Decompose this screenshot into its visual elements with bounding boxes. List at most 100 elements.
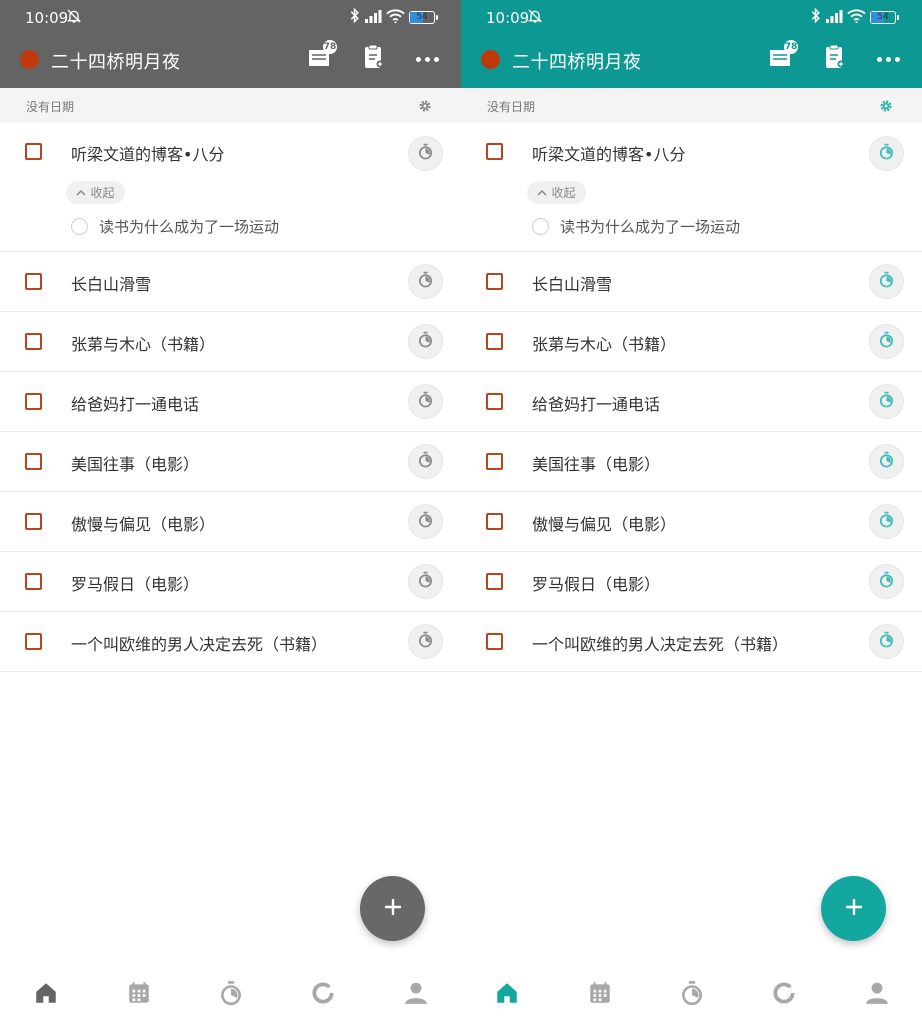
task-row[interactable]: 一个叫欧维的男人决定去死（书籍） [0, 612, 461, 672]
task-checkbox[interactable] [25, 573, 42, 590]
task-checkbox[interactable] [25, 273, 42, 290]
project-color-dot[interactable] [481, 50, 500, 69]
inbox-button[interactable]: 78 [303, 40, 337, 74]
task-checkbox[interactable] [486, 393, 503, 410]
timer-icon [417, 271, 434, 292]
start-timer-button[interactable] [408, 504, 443, 539]
task-title: 张苐与木心（书籍） [71, 335, 216, 354]
chevron-up-icon [537, 186, 548, 200]
project-title[interactable]: 二十四桥明月夜 [512, 48, 642, 74]
nav-profile[interactable] [401, 980, 431, 1010]
bottom-nav [0, 972, 461, 1020]
clipboard-button[interactable] [358, 44, 390, 74]
task-row[interactable]: 傲慢与偏见（电影） [461, 492, 922, 552]
more-options-button[interactable] [411, 44, 443, 74]
subtask-checkbox[interactable] [532, 218, 549, 235]
task-row[interactable]: 美国往事（电影） [461, 432, 922, 492]
task-checkbox[interactable] [486, 513, 503, 530]
task-title: 给爸妈打一通电话 [71, 395, 200, 414]
start-timer-button[interactable] [869, 136, 904, 171]
start-timer-button[interactable] [408, 564, 443, 599]
nav-stats[interactable] [769, 980, 799, 1010]
task-row[interactable]: 罗马假日（电影） [0, 552, 461, 612]
task-row[interactable]: 美国往事（电影） [0, 432, 461, 492]
nav-calendar[interactable] [585, 980, 615, 1010]
start-timer-button[interactable] [869, 624, 904, 659]
task-row[interactable]: 罗马假日（电影） [461, 552, 922, 612]
app-header: 10:09 54 二十四桥明月夜 78 [0, 0, 461, 88]
wifi-icon [386, 8, 405, 27]
project-color-dot[interactable] [20, 50, 39, 69]
gear-icon[interactable] [418, 98, 432, 112]
task-checkbox[interactable] [25, 633, 42, 650]
start-timer-button[interactable] [408, 136, 443, 171]
start-timer-button[interactable] [869, 504, 904, 539]
bell-muted-icon [527, 8, 543, 24]
nav-timer[interactable] [677, 980, 707, 1010]
timer-icon [417, 331, 434, 352]
gear-icon[interactable] [879, 98, 893, 112]
start-timer-button[interactable] [869, 564, 904, 599]
task-checkbox[interactable] [25, 453, 42, 470]
start-timer-button[interactable] [408, 324, 443, 359]
project-title[interactable]: 二十四桥明月夜 [51, 48, 181, 74]
task-title: 一个叫欧维的男人决定去死（书籍） [532, 635, 789, 654]
nav-home[interactable] [492, 980, 522, 1010]
task-checkbox[interactable] [25, 143, 42, 160]
task-checkbox[interactable] [486, 273, 503, 290]
task-checkbox[interactable] [25, 333, 42, 350]
task-title: 傲慢与偏见（电影） [71, 515, 216, 534]
task-title: 长白山滑雪 [532, 275, 613, 294]
inbox-count-badge: 78 [323, 40, 337, 54]
add-task-button[interactable] [360, 876, 425, 941]
nav-timer[interactable] [216, 980, 246, 1010]
stats-icon [771, 980, 797, 1010]
task-row[interactable]: 给爸妈打一通电话 [461, 372, 922, 432]
more-options-button[interactable] [872, 44, 904, 74]
start-timer-button[interactable] [869, 324, 904, 359]
add-task-button[interactable] [821, 876, 886, 941]
nav-calendar[interactable] [124, 980, 154, 1010]
task-checkbox[interactable] [25, 513, 42, 530]
start-timer-button[interactable] [408, 264, 443, 299]
task-checkbox[interactable] [486, 633, 503, 650]
task-checkbox[interactable] [486, 143, 503, 160]
start-timer-button[interactable] [408, 384, 443, 419]
subtask-checkbox[interactable] [71, 218, 88, 235]
app-screen-gray: 10:09 54 二十四桥明月夜 78 没有日期 听梁文道的博客•八分 长白山滑雪 张苐与木心… [0, 0, 461, 1024]
collapse-subtasks-button[interactable]: 收起 [527, 181, 586, 204]
timer-icon [878, 331, 895, 352]
collapse-subtasks-button[interactable]: 收起 [66, 181, 125, 204]
task-row[interactable]: 傲慢与偏见（电影） [0, 492, 461, 552]
timer-icon [417, 631, 434, 652]
task-row[interactable]: 给爸妈打一通电话 [0, 372, 461, 432]
start-timer-button[interactable] [869, 444, 904, 479]
calendar-icon [587, 980, 613, 1010]
start-timer-button[interactable] [869, 264, 904, 299]
task-title: 听梁文道的博客•八分 [532, 145, 686, 164]
section-label: 没有日期 [487, 100, 536, 114]
task-title: 美国往事（电影） [71, 455, 200, 474]
clipboard-button[interactable] [819, 44, 851, 74]
task-row[interactable]: 一个叫欧维的男人决定去死（书籍） [461, 612, 922, 672]
timer-icon [417, 391, 434, 412]
start-timer-button[interactable] [408, 624, 443, 659]
nav-home[interactable] [31, 980, 61, 1010]
timer-icon [878, 511, 895, 532]
stats-icon [310, 980, 336, 1010]
task-checkbox[interactable] [25, 393, 42, 410]
start-timer-button[interactable] [869, 384, 904, 419]
inbox-button[interactable]: 78 [764, 40, 798, 74]
task-row[interactable]: 张苐与木心（书籍） [461, 312, 922, 372]
task-checkbox[interactable] [486, 573, 503, 590]
nav-profile[interactable] [862, 980, 892, 1010]
task-checkbox[interactable] [486, 333, 503, 350]
task-checkbox[interactable] [486, 453, 503, 470]
nav-stats[interactable] [308, 980, 338, 1010]
subtask-title: 读书为什么成为了一场运动 [560, 218, 741, 236]
task-row[interactable]: 长白山滑雪 [461, 252, 922, 312]
task-title: 美国往事（电影） [532, 455, 661, 474]
start-timer-button[interactable] [408, 444, 443, 479]
task-row[interactable]: 长白山滑雪 [0, 252, 461, 312]
task-row[interactable]: 张苐与木心（书籍） [0, 312, 461, 372]
